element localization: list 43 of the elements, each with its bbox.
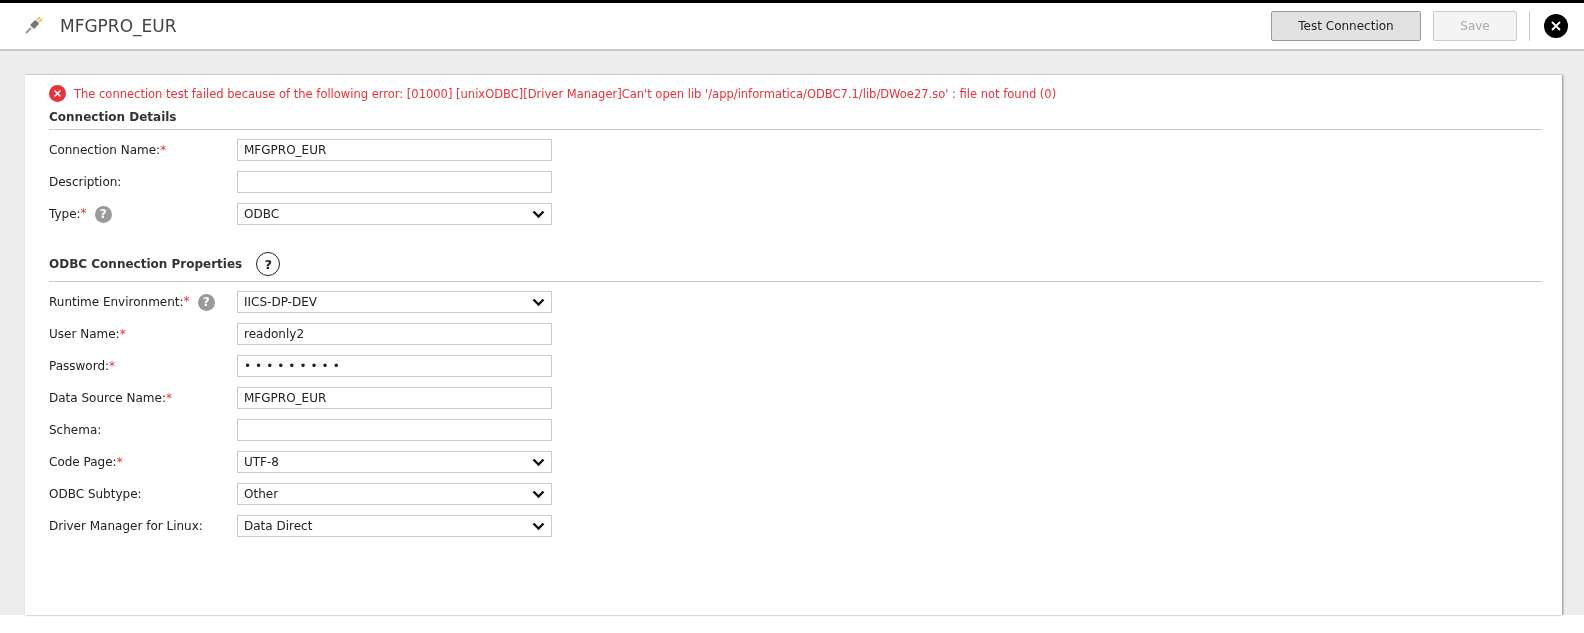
field-label: User Name: [49, 327, 120, 341]
text-field[interactable]: MFGPRO_EUR [237, 387, 552, 409]
text-field[interactable]: MFGPRO_EUR [237, 139, 552, 161]
field-label: ODBC Subtype: [49, 487, 142, 501]
dropdown[interactable]: Data Direct [237, 515, 552, 537]
section-title: Connection Details [49, 110, 177, 124]
connection-title: MFGPRO_EUR [60, 16, 178, 36]
field-label: Driver Manager for Linux: [49, 519, 203, 533]
field-label: Type: [49, 207, 81, 221]
dropdown[interactable]: Other [237, 483, 552, 505]
field-label: Description: [49, 175, 122, 189]
action-button[interactable]: Test Connection [1271, 11, 1421, 41]
chevron-down-icon [532, 297, 545, 307]
text-field[interactable] [237, 171, 552, 193]
required-mark: * [160, 143, 167, 157]
close-button[interactable] [1544, 14, 1568, 38]
plug-icon [24, 17, 44, 35]
field-label: Code Page: [49, 455, 117, 469]
field-label: Data Source Name: [49, 391, 166, 405]
required-mark: * [119, 327, 126, 341]
dropdown[interactable]: UTF-8 [237, 451, 552, 473]
text-field[interactable]: readonly2 [237, 323, 552, 345]
required-mark: * [116, 455, 123, 469]
field-label: Password: [49, 359, 110, 373]
error-message: The connection test failed because of the following error: [01000] [unixODBC][Driver Manager]Can't open lib '/app/informatica/ODBC7.1/lib/DWoe27.so' : file not found (0) [74, 86, 1057, 101]
close-icon [1550, 20, 1562, 32]
chevron-down-icon [532, 209, 545, 219]
chevron-down-icon [532, 521, 545, 531]
required-mark: * [80, 205, 87, 220]
error-icon [49, 85, 66, 102]
password-field[interactable]: ••••••••• [237, 355, 552, 377]
field-label: Runtime Environment: [49, 295, 184, 309]
chevron-down-icon [532, 457, 545, 467]
dropdown[interactable]: ODBC [237, 203, 552, 225]
section-title: ODBC Connection Properties [49, 257, 243, 271]
required-mark: * [183, 293, 190, 308]
text-field[interactable] [237, 419, 552, 441]
dropdown[interactable]: IICS-DP-DEV [237, 291, 552, 313]
required-mark: * [109, 359, 116, 373]
required-mark: * [165, 391, 172, 405]
field-label: Schema: [49, 423, 102, 437]
field-label: Connection Name: [49, 143, 161, 157]
chevron-down-icon [532, 489, 545, 499]
